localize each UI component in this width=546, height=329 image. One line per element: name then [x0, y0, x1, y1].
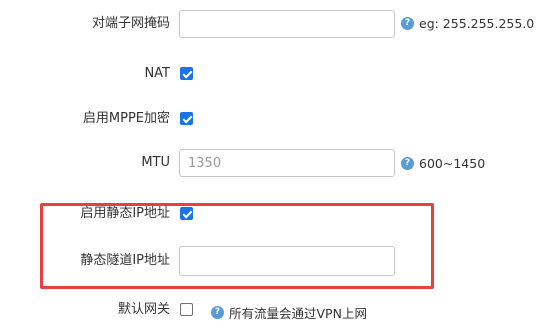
mppe-label: 启用MPPE加密: [82, 111, 170, 126]
static-tunnel-ip-input[interactable]: [179, 246, 395, 276]
static-ip-label: 启用静态IP地址: [80, 206, 170, 221]
mtu-label: MTU: [141, 155, 170, 170]
default-gateway-checkbox[interactable]: [180, 303, 193, 316]
peer-netmask-hint-text: eg: 255.255.255.0: [419, 16, 535, 31]
mtu-input[interactable]: [179, 149, 395, 177]
static-ip-checkbox[interactable]: [180, 207, 193, 220]
static-tunnel-ip-label: 静态隧道IP地址: [80, 253, 170, 268]
peer-netmask-hint: ? eg: 255.255.255.0: [401, 16, 534, 31]
help-icon[interactable]: ?: [211, 306, 224, 319]
help-icon[interactable]: ?: [401, 157, 414, 170]
peer-netmask-input[interactable]: [179, 10, 395, 38]
peer-netmask-label: 对端子网掩码: [91, 16, 170, 31]
help-icon[interactable]: ?: [401, 17, 414, 30]
default-gateway-label: 默认网关: [117, 302, 170, 317]
nat-label: NAT: [144, 66, 170, 81]
default-gateway-hint: ? 所有流量会通过VPN上网: [211, 303, 367, 322]
mtu-hint: ? 600~1450: [401, 156, 485, 171]
mtu-hint-text: 600~1450: [419, 156, 486, 171]
default-gateway-hint-text: 所有流量会通过VPN上网: [229, 306, 367, 321]
nat-checkbox[interactable]: [180, 67, 193, 80]
mppe-checkbox[interactable]: [180, 112, 193, 125]
